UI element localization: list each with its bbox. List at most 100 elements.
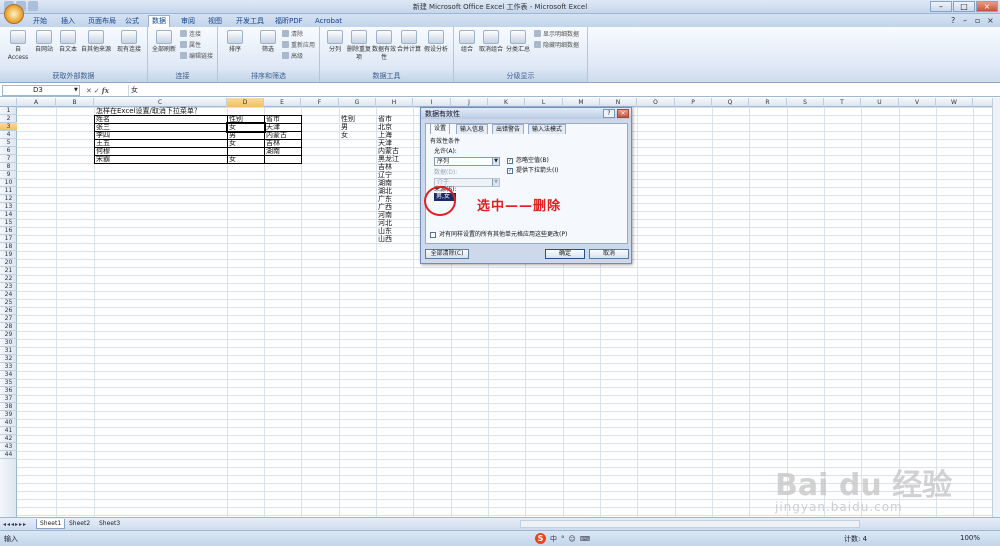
- row-header-2[interactable]: 2: [0, 115, 17, 123]
- dialog-tab-error-alert[interactable]: 出错警告: [492, 124, 525, 134]
- row-header-39[interactable]: 39: [0, 411, 17, 419]
- filter-button[interactable]: 筛选: [256, 29, 280, 69]
- advanced-button[interactable]: 高级: [282, 52, 303, 61]
- header-name[interactable]: 姓名: [95, 115, 110, 123]
- province-list-item[interactable]: 广东: [377, 195, 392, 203]
- province-list-item[interactable]: 黑龙江: [377, 155, 399, 163]
- table-cell-province[interactable]: 吉林: [265, 139, 280, 147]
- restore-workbook-icon[interactable]: ▫: [975, 16, 984, 25]
- dialog-tab-input-message[interactable]: 输入信息: [456, 124, 489, 134]
- row-header-34[interactable]: 34: [0, 371, 17, 379]
- dialog-title-bar[interactable]: 数据有效性: [421, 108, 631, 119]
- tab-review[interactable]: 审阅: [178, 16, 198, 27]
- row-header-24[interactable]: 24: [0, 291, 17, 299]
- tab-formulas[interactable]: 公式: [122, 16, 142, 27]
- ime-keyboard-icon[interactable]: ⌨: [580, 535, 590, 543]
- text-to-columns-button[interactable]: 分列: [324, 29, 346, 69]
- ime-emoji-icon[interactable]: ☺: [569, 535, 576, 543]
- show-detail-button[interactable]: 显示明细数据: [534, 30, 579, 39]
- insert-function-button[interactable]: fx: [102, 86, 109, 95]
- row-header-41[interactable]: 41: [0, 427, 17, 435]
- row-header-40[interactable]: 40: [0, 419, 17, 427]
- dialog-tab-ime-mode[interactable]: 输入法模式: [528, 124, 567, 134]
- ok-button[interactable]: 确定: [545, 249, 585, 259]
- sheet-heading[interactable]: 怎样在Excel设置/取消下拉菜单？: [95, 107, 201, 115]
- tab-page-layout[interactable]: 页面布局: [85, 16, 119, 27]
- row-header-22[interactable]: 22: [0, 275, 17, 283]
- column-header-t[interactable]: T: [824, 98, 861, 107]
- dialog-help-button[interactable]: ?: [603, 109, 615, 118]
- row-header-43[interactable]: 43: [0, 443, 17, 451]
- row-header-27[interactable]: 27: [0, 315, 17, 323]
- allow-select[interactable]: 序列 ▼: [434, 157, 500, 166]
- row-header-19[interactable]: 19: [0, 251, 17, 259]
- refresh-all-button[interactable]: 全部刷新: [150, 29, 178, 69]
- province-list-item[interactable]: 河北: [377, 219, 392, 227]
- row-header-16[interactable]: 16: [0, 227, 17, 235]
- row-header-35[interactable]: 35: [0, 379, 17, 387]
- data-validation-button[interactable]: 数据有效性: [372, 29, 396, 69]
- province-list-item[interactable]: 吉林: [377, 163, 392, 171]
- table-cell-gender[interactable]: 女: [228, 155, 236, 163]
- formula-input[interactable]: 女: [128, 85, 988, 96]
- row-header-30[interactable]: 30: [0, 339, 17, 347]
- column-header-s[interactable]: S: [787, 98, 824, 107]
- row-header-3[interactable]: 3: [0, 123, 17, 131]
- tab-insert[interactable]: 插入: [58, 16, 78, 27]
- row-header-10[interactable]: 10: [0, 179, 17, 187]
- column-header-f[interactable]: F: [301, 98, 339, 107]
- row-header-17[interactable]: 17: [0, 235, 17, 243]
- close-workbook-icon[interactable]: ×: [987, 16, 996, 25]
- row-header-13[interactable]: 13: [0, 203, 17, 211]
- close-button[interactable]: ×: [976, 1, 998, 12]
- apply-all-checkbox[interactable]: [430, 232, 436, 238]
- table-cell-province[interactable]: 天津: [265, 123, 280, 131]
- properties-button[interactable]: 属性: [180, 41, 201, 50]
- row-header-23[interactable]: 23: [0, 283, 17, 291]
- row-header-1[interactable]: 1: [0, 107, 17, 115]
- province-list-item[interactable]: 天津: [377, 139, 392, 147]
- tab-data[interactable]: 数据: [148, 15, 170, 27]
- what-if-analysis-button[interactable]: 假设分析: [422, 29, 450, 69]
- row-header-33[interactable]: 33: [0, 363, 17, 371]
- column-header-r[interactable]: R: [749, 98, 787, 107]
- province-list-item[interactable]: 内蒙古: [377, 147, 399, 155]
- sheet-tab-sheet1[interactable]: Sheet1: [36, 519, 66, 529]
- row-header-12[interactable]: 12: [0, 195, 17, 203]
- province-list-item[interactable]: 上海: [377, 131, 392, 139]
- row-header-21[interactable]: 21: [0, 267, 17, 275]
- from-web-button[interactable]: 自网站: [32, 29, 56, 69]
- sheet-tab-sheet2[interactable]: Sheet2: [66, 519, 93, 529]
- column-header-q[interactable]: Q: [712, 98, 749, 107]
- column-header-k[interactable]: K: [488, 98, 525, 107]
- row-header-11[interactable]: 11: [0, 187, 17, 195]
- hide-detail-button[interactable]: 隐藏明细数据: [534, 41, 579, 50]
- sogou-icon[interactable]: S: [535, 533, 546, 544]
- table-cell-name[interactable]: 李四: [95, 131, 110, 139]
- cancel-formula-icon[interactable]: ✕: [86, 87, 92, 95]
- clear-all-button[interactable]: 全部清除(C): [425, 249, 469, 259]
- column-header-m[interactable]: M: [563, 98, 600, 107]
- dialog-tab-settings[interactable]: 设置: [430, 123, 451, 134]
- dropdown-arrow-checkbox[interactable]: ✓: [507, 168, 513, 174]
- remove-duplicates-button[interactable]: 删除重复项: [346, 29, 372, 69]
- tab-developer[interactable]: 开发工具: [233, 16, 267, 27]
- tab-view[interactable]: 视图: [205, 16, 225, 27]
- tab-foxit-pdf[interactable]: 福昕PDF: [272, 16, 306, 27]
- column-header-c[interactable]: C: [94, 98, 227, 107]
- dialog-close-button[interactable]: ×: [617, 109, 629, 118]
- maximize-button[interactable]: □: [953, 1, 975, 12]
- connections-button[interactable]: 连接: [180, 30, 201, 39]
- row-header-26[interactable]: 26: [0, 307, 17, 315]
- column-header-h[interactable]: H: [376, 98, 413, 107]
- ignore-blank-checkbox[interactable]: ✓: [507, 158, 513, 164]
- table-cell-province[interactable]: 湖南: [265, 147, 280, 155]
- clear-button[interactable]: 清除: [282, 30, 303, 39]
- row-header-5[interactable]: 5: [0, 139, 17, 147]
- row-header-15[interactable]: 15: [0, 219, 17, 227]
- row-header-8[interactable]: 8: [0, 163, 17, 171]
- minimize-workbook-icon[interactable]: –: [963, 16, 972, 25]
- row-header-20[interactable]: 20: [0, 259, 17, 267]
- province-list-item[interactable]: 广西: [377, 203, 392, 211]
- cancel-button[interactable]: 取消: [589, 249, 629, 259]
